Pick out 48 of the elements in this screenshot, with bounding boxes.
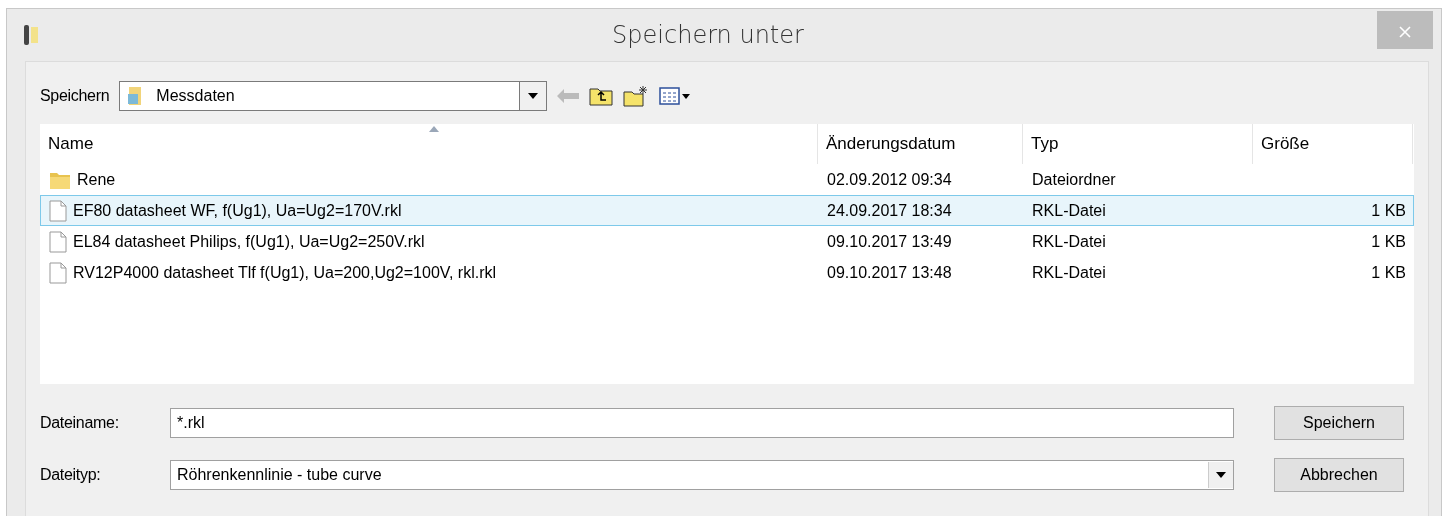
file-row[interactable]: Rene 02.09.2012 09:34 Dateiordner [40,164,1414,195]
column-header[interactable]: Größe [1253,124,1413,164]
location-combo[interactable]: Messdaten [119,81,520,111]
type-cell-text: RKL-Datei [1031,201,1107,220]
app-icon [23,24,39,46]
type-cell-text: Dateiordner [1031,170,1117,189]
column-header[interactable]: Typ [1023,124,1253,164]
window-title: Speichern unter [611,21,805,49]
type-cell-text: RKL-Datei [1031,263,1107,282]
size-cell-text: 1 KB [1370,201,1407,220]
folder-up-icon [589,86,614,106]
up-folder-button[interactable] [589,86,614,106]
size-cell-text: 1 KB [1370,263,1407,282]
file-row[interactable]: RV12P4000 datasheet Tlf f(Ug1), Ua=200,Ug2=100V, rkl.rkl 09.10.2017 13:48 RKL-Datei 1 KB [40,257,1414,288]
date-cell-text: 09.10.2017 13:49 [826,232,953,251]
size-cell-text: 1 KB [1370,232,1407,251]
close-icon [1399,25,1411,38]
file-name: EL84 datasheet Philips, f(Ug1), Ua=Ug2=250V.rkl [73,232,425,251]
date-cell-text: 24.09.2017 18:34 [826,201,953,220]
location-label: Speichern [40,87,110,105]
filetype-dropdown[interactable]: Röhrenkennlinie - tube curve [170,460,1234,490]
column-header[interactable]: Name [40,124,818,164]
sort-arrow-icon [428,126,439,132]
filename-field[interactable]: *.rkl [170,408,1234,438]
save-button[interactable]: Speichern [1274,406,1404,440]
file-row[interactable]: EF80 datasheet WF, f(Ug1), Ua=Ug2=170V.rkl 24.09.2017 18:34 RKL-Datei 1 KB [40,195,1414,226]
view-grid-icon [659,87,692,105]
file-icon [49,230,67,253]
dropdown-button[interactable] [519,81,548,111]
left-arrow-icon [557,89,580,103]
date-cell-text: 02.09.2012 09:34 [826,170,953,189]
file-name: RV12P4000 datasheet Tlf f(Ug1), Ua=200,Ug2=100V, rkl.rkl [73,263,497,282]
file-name: Rene [77,170,116,189]
file-row[interactable]: EL84 datasheet Philips, f(Ug1), Ua=Ug2=250V.rkl 09.10.2017 13:49 RKL-Datei 1 KB [40,226,1414,257]
new-folder-button[interactable] [623,85,650,107]
new-folder-icon [623,85,650,107]
column-header[interactable]: Änderungsdatum [818,124,1023,164]
file-name: EF80 datasheet WF, f(Ug1), Ua=Ug2=170V.rkl [73,201,402,220]
file-icon [49,199,67,222]
filename-label: Dateiname: [40,414,120,432]
caret-icon [528,93,539,99]
filetype-label: Dateityp: [40,466,102,484]
cancel-button[interactable]: Abbrechen [1274,458,1404,492]
caret-icon [1216,472,1226,478]
date-cell-text: 09.10.2017 13:48 [826,263,953,282]
type-cell-text: RKL-Datei [1031,232,1107,251]
view-menu-button[interactable] [659,87,692,105]
file-icon [49,261,67,284]
